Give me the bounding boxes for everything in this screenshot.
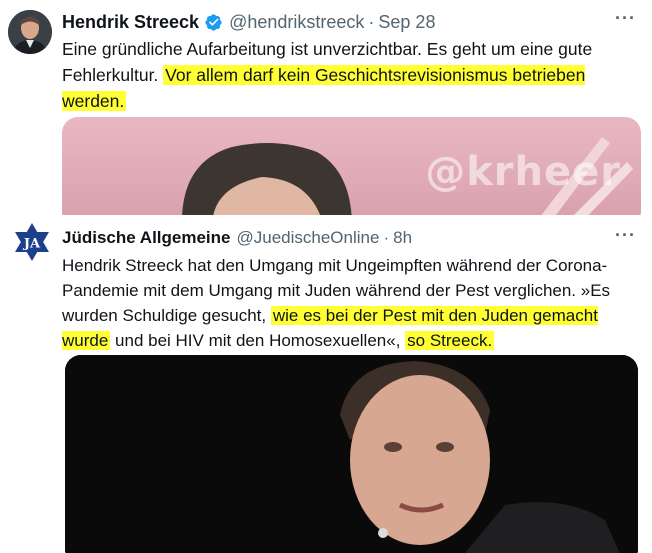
author-handle[interactable]: @JuedischeOnline [236, 228, 379, 248]
tweet-text: Hendrik Streeck hat den Umgang mit Ungei… [62, 253, 637, 353]
tweet-hendrik-streeck[interactable]: Hendrik Streeck @hendrikstreeck · Sep 28… [0, 0, 652, 215]
media-photo-man-speaking [65, 355, 638, 553]
svg-text:JA: JA [23, 237, 41, 252]
author-name[interactable]: Jüdische Allgemeine [62, 228, 230, 248]
separator-dot: · [368, 11, 375, 32]
more-options-icon[interactable]: ··· [615, 225, 636, 246]
verified-badge-icon [205, 13, 222, 31]
author-name[interactable]: Hendrik Streeck [62, 12, 199, 33]
star-of-david-logo: JA [15, 223, 49, 261]
tweet-text: Eine gründliche Aufarbeitung ist unverzi… [62, 36, 622, 114]
tweet-header: Hendrik Streeck @hendrikstreeck · Sep 28 [62, 10, 435, 34]
timestamp[interactable]: 8h [393, 228, 412, 248]
tweet-header: Jüdische Allgemeine @JuedischeOnline · 8… [62, 226, 412, 250]
tweet-media-image[interactable] [65, 355, 638, 553]
tweet-media-image[interactable]: @krheer [62, 117, 641, 215]
separator-dot: · [383, 228, 390, 247]
tweet-text-part2: und bei HIV mit den Homosexuellen«, [110, 331, 406, 350]
avatar-juedische-allgemeine[interactable]: JA [12, 222, 52, 262]
highlighted-text-2: so Streeck. [405, 331, 495, 350]
timestamp[interactable]: Sep 28 [378, 12, 435, 33]
media-watermark: @krheer [425, 149, 621, 195]
avatar-hendrik-streeck[interactable] [8, 10, 52, 54]
avatar-photo [8, 10, 52, 54]
author-handle[interactable]: @hendrikstreeck [229, 12, 364, 33]
tweet-juedische-allgemeine[interactable]: JA Jüdische Allgemeine @JuedischeOnline … [0, 215, 652, 553]
more-options-icon[interactable]: ··· [615, 8, 636, 29]
